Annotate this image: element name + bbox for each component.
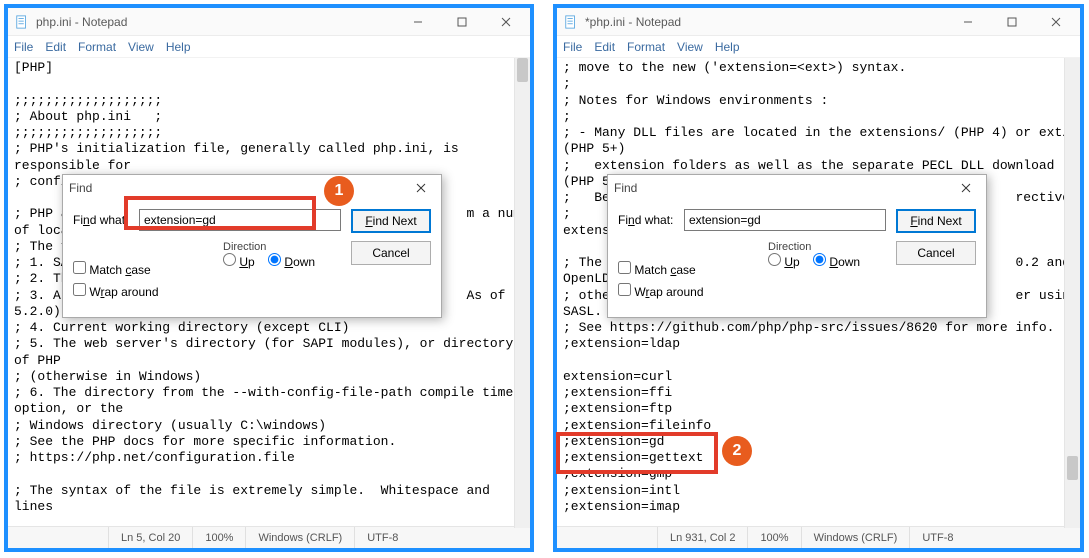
status-zoom: 100% [747, 527, 800, 548]
menu-format[interactable]: Format [78, 40, 116, 54]
wrap-around-checkbox[interactable]: Wrap around [73, 283, 431, 299]
scroll-thumb[interactable] [517, 58, 528, 82]
vertical-scrollbar[interactable] [1064, 58, 1080, 528]
direction-group: Direction Up Down [768, 241, 898, 269]
scroll-thumb[interactable] [1067, 456, 1078, 480]
maximize-button[interactable] [440, 9, 484, 35]
window-title: *php.ini - Notepad [585, 15, 946, 29]
titlebar[interactable]: *php.ini - Notepad [557, 8, 1080, 36]
menu-help[interactable]: Help [166, 40, 191, 54]
minimize-button[interactable] [946, 9, 990, 35]
find-titlebar[interactable]: Find [608, 175, 986, 201]
status-cursor: Ln 5, Col 20 [108, 527, 192, 548]
notepad-icon [563, 14, 579, 30]
minimize-button[interactable] [396, 9, 440, 35]
find-next-button[interactable]: Find Next [896, 209, 976, 233]
menu-file[interactable]: File [14, 40, 33, 54]
find-next-button[interactable]: FFind Nextind Next [351, 209, 431, 233]
titlebar[interactable]: php.ini - Notepad [8, 8, 530, 36]
find-title-text: Find [614, 181, 952, 195]
find-dialog: Find Find what: FFind Nextind Next Cance… [62, 174, 442, 318]
find-dialog: Find Find what: Find Next Cancel Directi… [607, 174, 987, 318]
notepad-window-left: php.ini - Notepad File Edit Format View … [4, 4, 534, 552]
menu-help[interactable]: Help [715, 40, 740, 54]
menu-format[interactable]: Format [627, 40, 665, 54]
close-button[interactable] [484, 9, 528, 35]
cancel-button[interactable]: Cancel [351, 241, 431, 265]
menubar: File Edit Format View Help [557, 36, 1080, 58]
wrap-around-checkbox[interactable]: Wrap around [618, 283, 976, 299]
callout-badge-1: 1 [324, 176, 354, 206]
status-encoding: UTF-8 [909, 527, 965, 548]
callout-badge-2: 2 [722, 436, 752, 466]
menu-file[interactable]: File [563, 40, 582, 54]
menu-edit[interactable]: Edit [45, 40, 66, 54]
find-what-label: Find what: [73, 213, 129, 227]
direction-up[interactable]: Up [768, 255, 800, 269]
status-spacer [557, 527, 657, 548]
status-spacer [8, 527, 108, 548]
statusbar: Ln 931, Col 2 100% Windows (CRLF) UTF-8 [557, 526, 1080, 548]
maximize-button[interactable] [990, 9, 1034, 35]
window-title: php.ini - Notepad [36, 15, 396, 29]
find-titlebar[interactable]: Find [63, 175, 441, 201]
notepad-window-right: *php.ini - Notepad File Edit Format View… [553, 4, 1084, 552]
vertical-scrollbar[interactable] [514, 58, 530, 528]
find-title-text: Find [69, 181, 407, 195]
direction-down[interactable]: Down [268, 255, 315, 269]
status-eol: Windows (CRLF) [245, 527, 354, 548]
menu-edit[interactable]: Edit [594, 40, 615, 54]
status-zoom: 100% [192, 527, 245, 548]
menu-view[interactable]: View [677, 40, 703, 54]
direction-up[interactable]: Up [223, 255, 255, 269]
status-cursor: Ln 931, Col 2 [657, 527, 747, 548]
direction-label: Direction [223, 241, 266, 253]
find-close-button[interactable] [952, 177, 980, 199]
status-eol: Windows (CRLF) [801, 527, 910, 548]
menubar: File Edit Format View Help [8, 36, 530, 58]
find-what-label: Find what: [618, 213, 674, 227]
cancel-button[interactable]: Cancel [896, 241, 976, 265]
find-what-input[interactable] [139, 209, 341, 231]
notepad-icon [14, 14, 30, 30]
direction-down[interactable]: Down [813, 255, 860, 269]
menu-view[interactable]: View [128, 40, 154, 54]
find-what-input[interactable] [684, 209, 886, 231]
find-close-button[interactable] [407, 177, 435, 199]
close-button[interactable] [1034, 9, 1078, 35]
statusbar: Ln 5, Col 20 100% Windows (CRLF) UTF-8 [8, 526, 530, 548]
status-encoding: UTF-8 [354, 527, 410, 548]
direction-group: Direction Up Down [223, 241, 353, 269]
direction-label: Direction [768, 241, 811, 253]
